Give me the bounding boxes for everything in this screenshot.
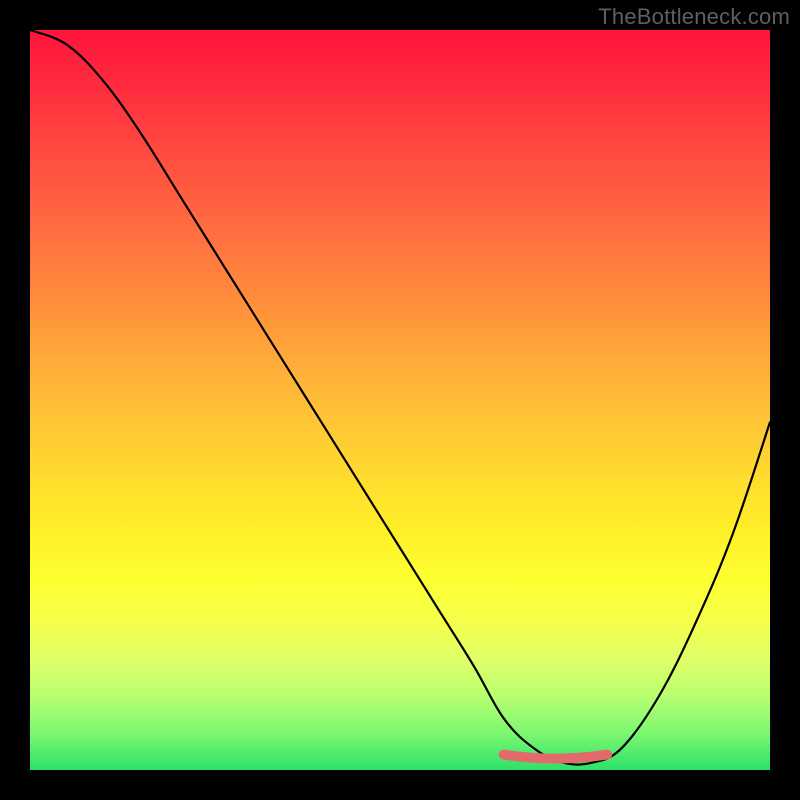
watermark-text: TheBottleneck.com <box>598 4 790 30</box>
curve-line <box>30 30 770 765</box>
curve-svg <box>30 30 770 770</box>
plot-area <box>30 30 770 770</box>
flat-region-mark <box>504 755 608 759</box>
chart-frame: TheBottleneck.com <box>0 0 800 800</box>
